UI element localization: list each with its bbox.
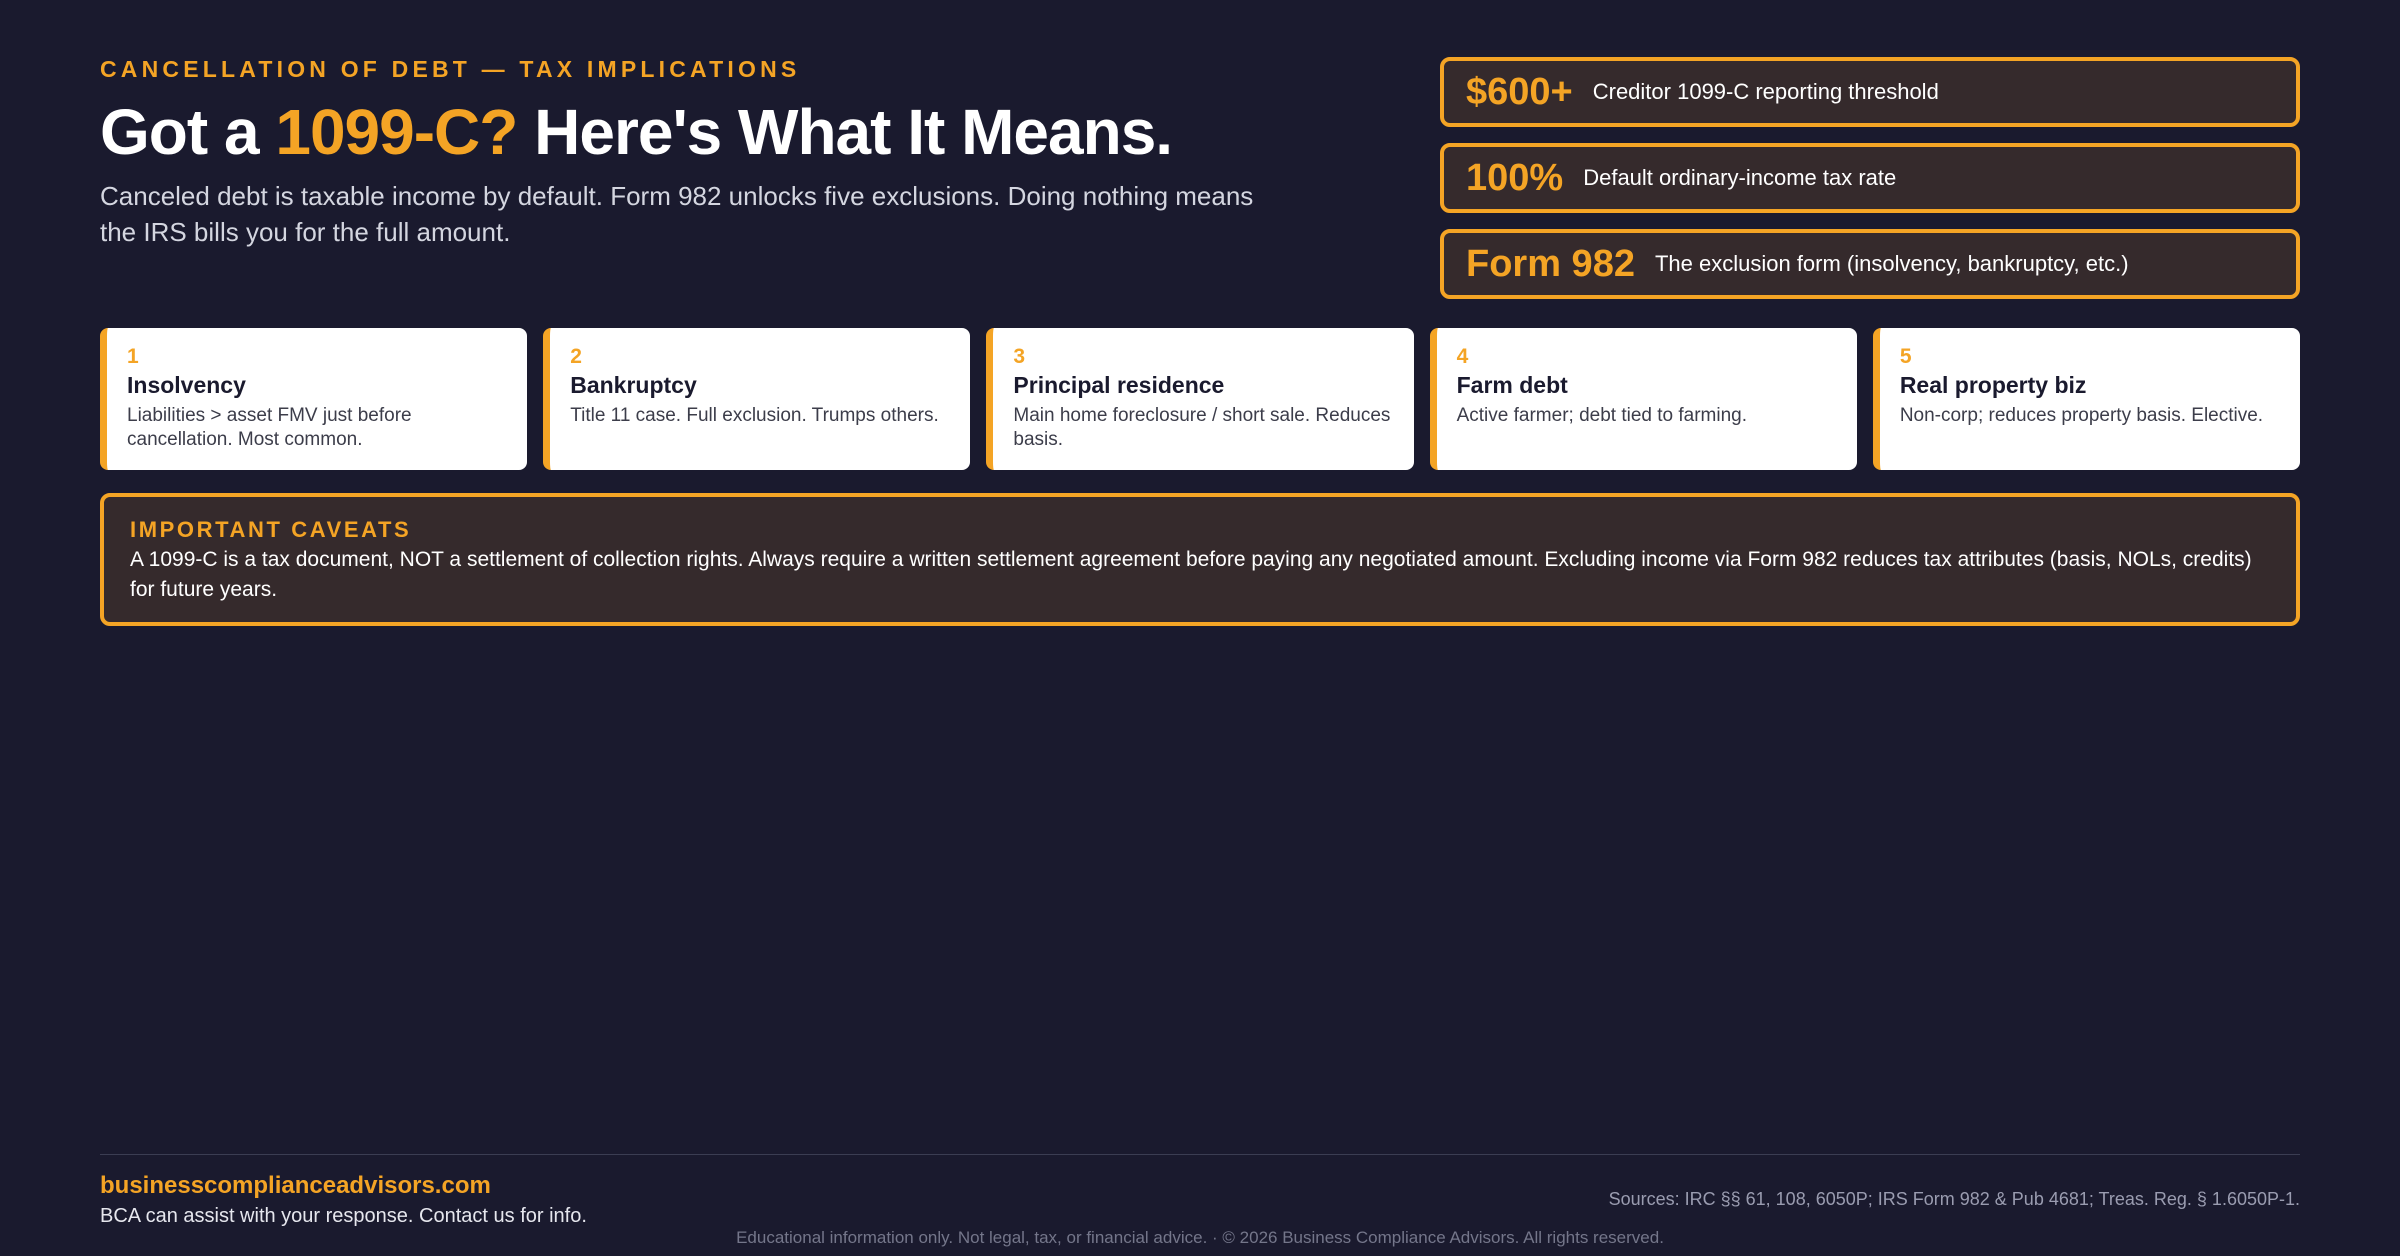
footer-contact-text: BCA can assist with your response. Conta… — [100, 1205, 587, 1227]
card-title: Bankruptcy — [570, 372, 697, 398]
footer-sources: Sources: IRC §§ 61, 108, 6050P; IRS Form… — [1608, 1189, 2300, 1209]
page-title: Got a 1099-C? Here's What It Means. — [100, 92, 1173, 172]
card-number: 5 — [1899, 345, 1912, 368]
eyebrow-label: CANCELLATION OF DEBT — TAX IMPLICATIONS — [100, 56, 801, 82]
card-title: Insolvency — [127, 372, 246, 398]
footer-website-link[interactable]: businesscomplianceadvisors.com — [100, 1172, 491, 1200]
stat-tax-rate: 100% Default ordinary-income tax rate — [1440, 143, 2300, 213]
exclusion-card-insolvency: 1 Insolvency Liabilities > asset FMV jus… — [100, 328, 528, 470]
exclusion-card-real-property: 5 Real property biz Non-corp; reduces pr… — [1872, 328, 2301, 470]
card-title: Farm debt — [1456, 372, 1568, 398]
card-description: Title 11 case. Full exclusion. Trumps ot… — [570, 405, 939, 426]
exclusion-card-principal-residence: 3 Principal residence Main home foreclos… — [986, 328, 1414, 470]
title-accent: 1099-C? — [275, 96, 518, 168]
card-title: Real property biz — [1899, 372, 2087, 398]
caveats-title: IMPORTANT CAVEATS — [130, 517, 412, 542]
caveats-panel: IMPORTANT CAVEATS A 1099-C is a tax docu… — [100, 493, 2300, 626]
subheadline: Canceled debt is taxable income by defau… — [100, 181, 1254, 247]
card-description: Active farmer; debt tied to farming. — [1456, 405, 1748, 426]
stat-form: Form 982 The exclusion form (insolvency,… — [1440, 229, 2300, 299]
card-number: 1 — [127, 345, 139, 368]
exclusion-cards: 1 Insolvency Liabilities > asset FMV jus… — [100, 328, 2301, 470]
stat-value: Form 982 — [1466, 242, 1635, 285]
stat-label: Creditor 1099-C reporting threshold — [1592, 79, 1939, 104]
stat-label: The exclusion form (insolvency, bankrupt… — [1654, 251, 2129, 276]
card-number: 3 — [1013, 345, 1026, 368]
card-number: 2 — [570, 345, 582, 368]
card-number: 4 — [1456, 345, 1469, 368]
card-description: Non-corp; reduces property basis. Electi… — [1899, 405, 2264, 426]
stat-boxes: $600+ Creditor 1099-C reporting threshol… — [1440, 57, 2300, 315]
card-description: Main home foreclosure / short sale. Redu… — [1013, 405, 1391, 450]
infographic-page: CANCELLATION OF DEBT — TAX IMPLICATIONS … — [0, 0, 2400, 1256]
stat-value: 100% — [1466, 156, 1564, 199]
title-suffix: Here's What It Means. — [517, 96, 1173, 168]
caveats-text: A 1099-C is a tax document, NOT a settle… — [130, 548, 2252, 601]
footer-divider — [100, 1154, 2300, 1155]
card-description: Liabilities > asset FMV just before canc… — [127, 405, 412, 450]
exclusion-card-farm-debt: 4 Farm debt Active farmer; debt tied to … — [1429, 328, 1857, 470]
stat-value: $600+ — [1466, 70, 1573, 113]
card-title: Principal residence — [1013, 372, 1225, 398]
exclusion-card-bankruptcy: 2 Bankruptcy Title 11 case. Full exclusi… — [543, 328, 971, 470]
stat-label: Default ordinary-income tax rate — [1583, 165, 1897, 190]
title-prefix: Got a — [100, 96, 276, 168]
footer-legal-notice: Educational information only. Not legal,… — [736, 1228, 1664, 1247]
stat-threshold: $600+ Creditor 1099-C reporting threshol… — [1440, 57, 2300, 127]
